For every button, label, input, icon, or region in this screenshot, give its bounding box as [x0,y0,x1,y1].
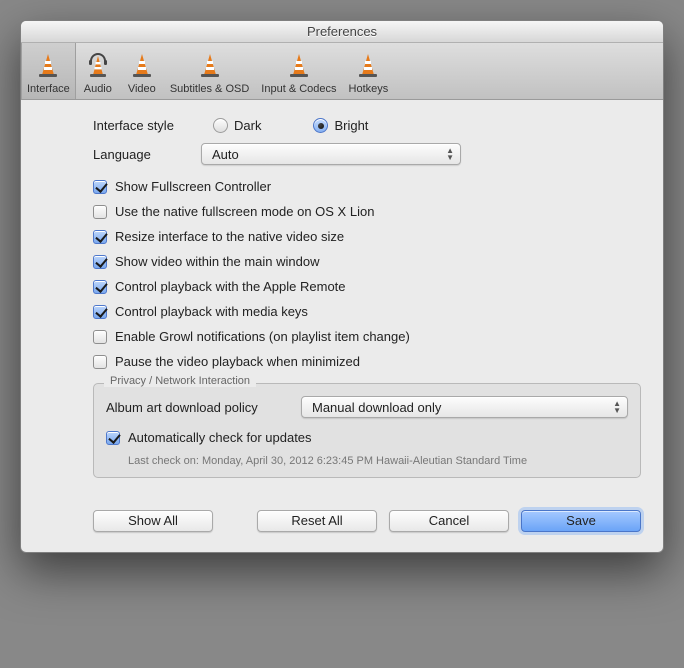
cone-icon [32,49,64,81]
checkbox-label: Control playback with the Apple Remote [115,279,346,294]
privacy-group-title: Privacy / Network Interaction [104,375,256,387]
cancel-button[interactable]: Cancel [389,510,509,532]
album-art-label: Album art download policy [106,400,301,415]
language-value: Auto [212,147,239,162]
checkbox-icon [93,180,107,194]
radio-dark[interactable]: Dark [213,118,261,133]
check-option[interactable]: Use the native fullscreen mode on OS X L… [93,204,641,219]
footer-buttons: Show All Reset All Cancel Save [71,500,663,552]
checkbox-icon [93,355,107,369]
checkbox-label: Pause the video playback when minimized [115,354,360,369]
radio-dark-label: Dark [234,118,261,133]
cone-hotkeys-icon [352,49,384,81]
cone-subtitles-icon [194,49,226,81]
checkbox-icon [93,255,107,269]
checkbox-label: Enable Growl notifications (on playlist … [115,329,410,344]
checkbox-list: Show Fullscreen Controller Use the native… [93,179,641,369]
checkbox-icon [93,280,107,294]
check-option[interactable]: Resize interface to the native video siz… [93,229,641,244]
check-auto-updates[interactable]: Automatically check for updates [106,430,628,445]
cone-headphones-icon [82,49,114,81]
prefs-toolbar: Interface Audio [21,43,663,100]
tab-label: Video [128,83,156,95]
checkbox-label: Show Fullscreen Controller [115,179,271,194]
tab-input-codecs[interactable]: Input & Codecs [255,43,342,99]
preferences-window: Preferences Interface [20,20,664,553]
check-option[interactable]: Pause the video playback when minimized [93,354,641,369]
checkbox-label: Resize interface to the native video siz… [115,229,344,244]
checkbox-icon [93,205,107,219]
checkbox-icon [93,305,107,319]
checkbox-label: Show video within the main window [115,254,320,269]
tab-label: Input & Codecs [261,83,336,95]
cone-film-icon [126,49,158,81]
check-option[interactable]: Control playback with media keys [93,304,641,319]
tab-label: Hotkeys [349,83,389,95]
tab-label: Audio [84,83,112,95]
stepper-arrows-icon: ▲▼ [613,400,621,414]
check-option[interactable]: Show video within the main window [93,254,641,269]
reset-all-button[interactable]: Reset All [257,510,377,532]
checkbox-icon [93,230,107,244]
tab-audio[interactable]: Audio [76,43,120,99]
album-art-value: Manual download only [312,400,441,415]
privacy-group: Privacy / Network Interaction Album art … [93,383,641,478]
checkbox-icon [93,330,107,344]
interface-style-label: Interface style [93,118,201,133]
tab-label: Subtitles & OSD [170,83,249,95]
language-label: Language [93,147,201,162]
tab-interface[interactable]: Interface [21,43,76,99]
check-option[interactable]: Control playback with the Apple Remote [93,279,641,294]
radio-bright-label: Bright [334,118,368,133]
checkbox-icon [106,431,120,445]
cone-codecs-icon [283,49,315,81]
check-option[interactable]: Show Fullscreen Controller [93,179,641,194]
tab-hotkeys[interactable]: Hotkeys [343,43,395,99]
window-title: Preferences [21,21,663,43]
show-all-button[interactable]: Show All [93,510,213,532]
radio-bright[interactable]: Bright [313,118,368,133]
tab-label: Interface [27,83,70,95]
checkbox-label: Control playback with media keys [115,304,308,319]
tab-subtitles[interactable]: Subtitles & OSD [164,43,255,99]
checkbox-label: Use the native fullscreen mode on OS X L… [115,204,374,219]
tab-video[interactable]: Video [120,43,164,99]
prefs-body: Interface style Dark Bright Language Aut… [21,100,663,500]
check-option[interactable]: Enable Growl notifications (on playlist … [93,329,641,344]
album-art-select[interactable]: Manual download only ▲▼ [301,396,628,418]
language-select[interactable]: Auto ▲▼ [201,143,461,165]
checkbox-label: Automatically check for updates [128,430,312,445]
save-button[interactable]: Save [521,510,641,532]
stepper-arrows-icon: ▲▼ [446,147,454,161]
last-check-text: Last check on: Monday, April 30, 2012 6:… [106,455,628,467]
